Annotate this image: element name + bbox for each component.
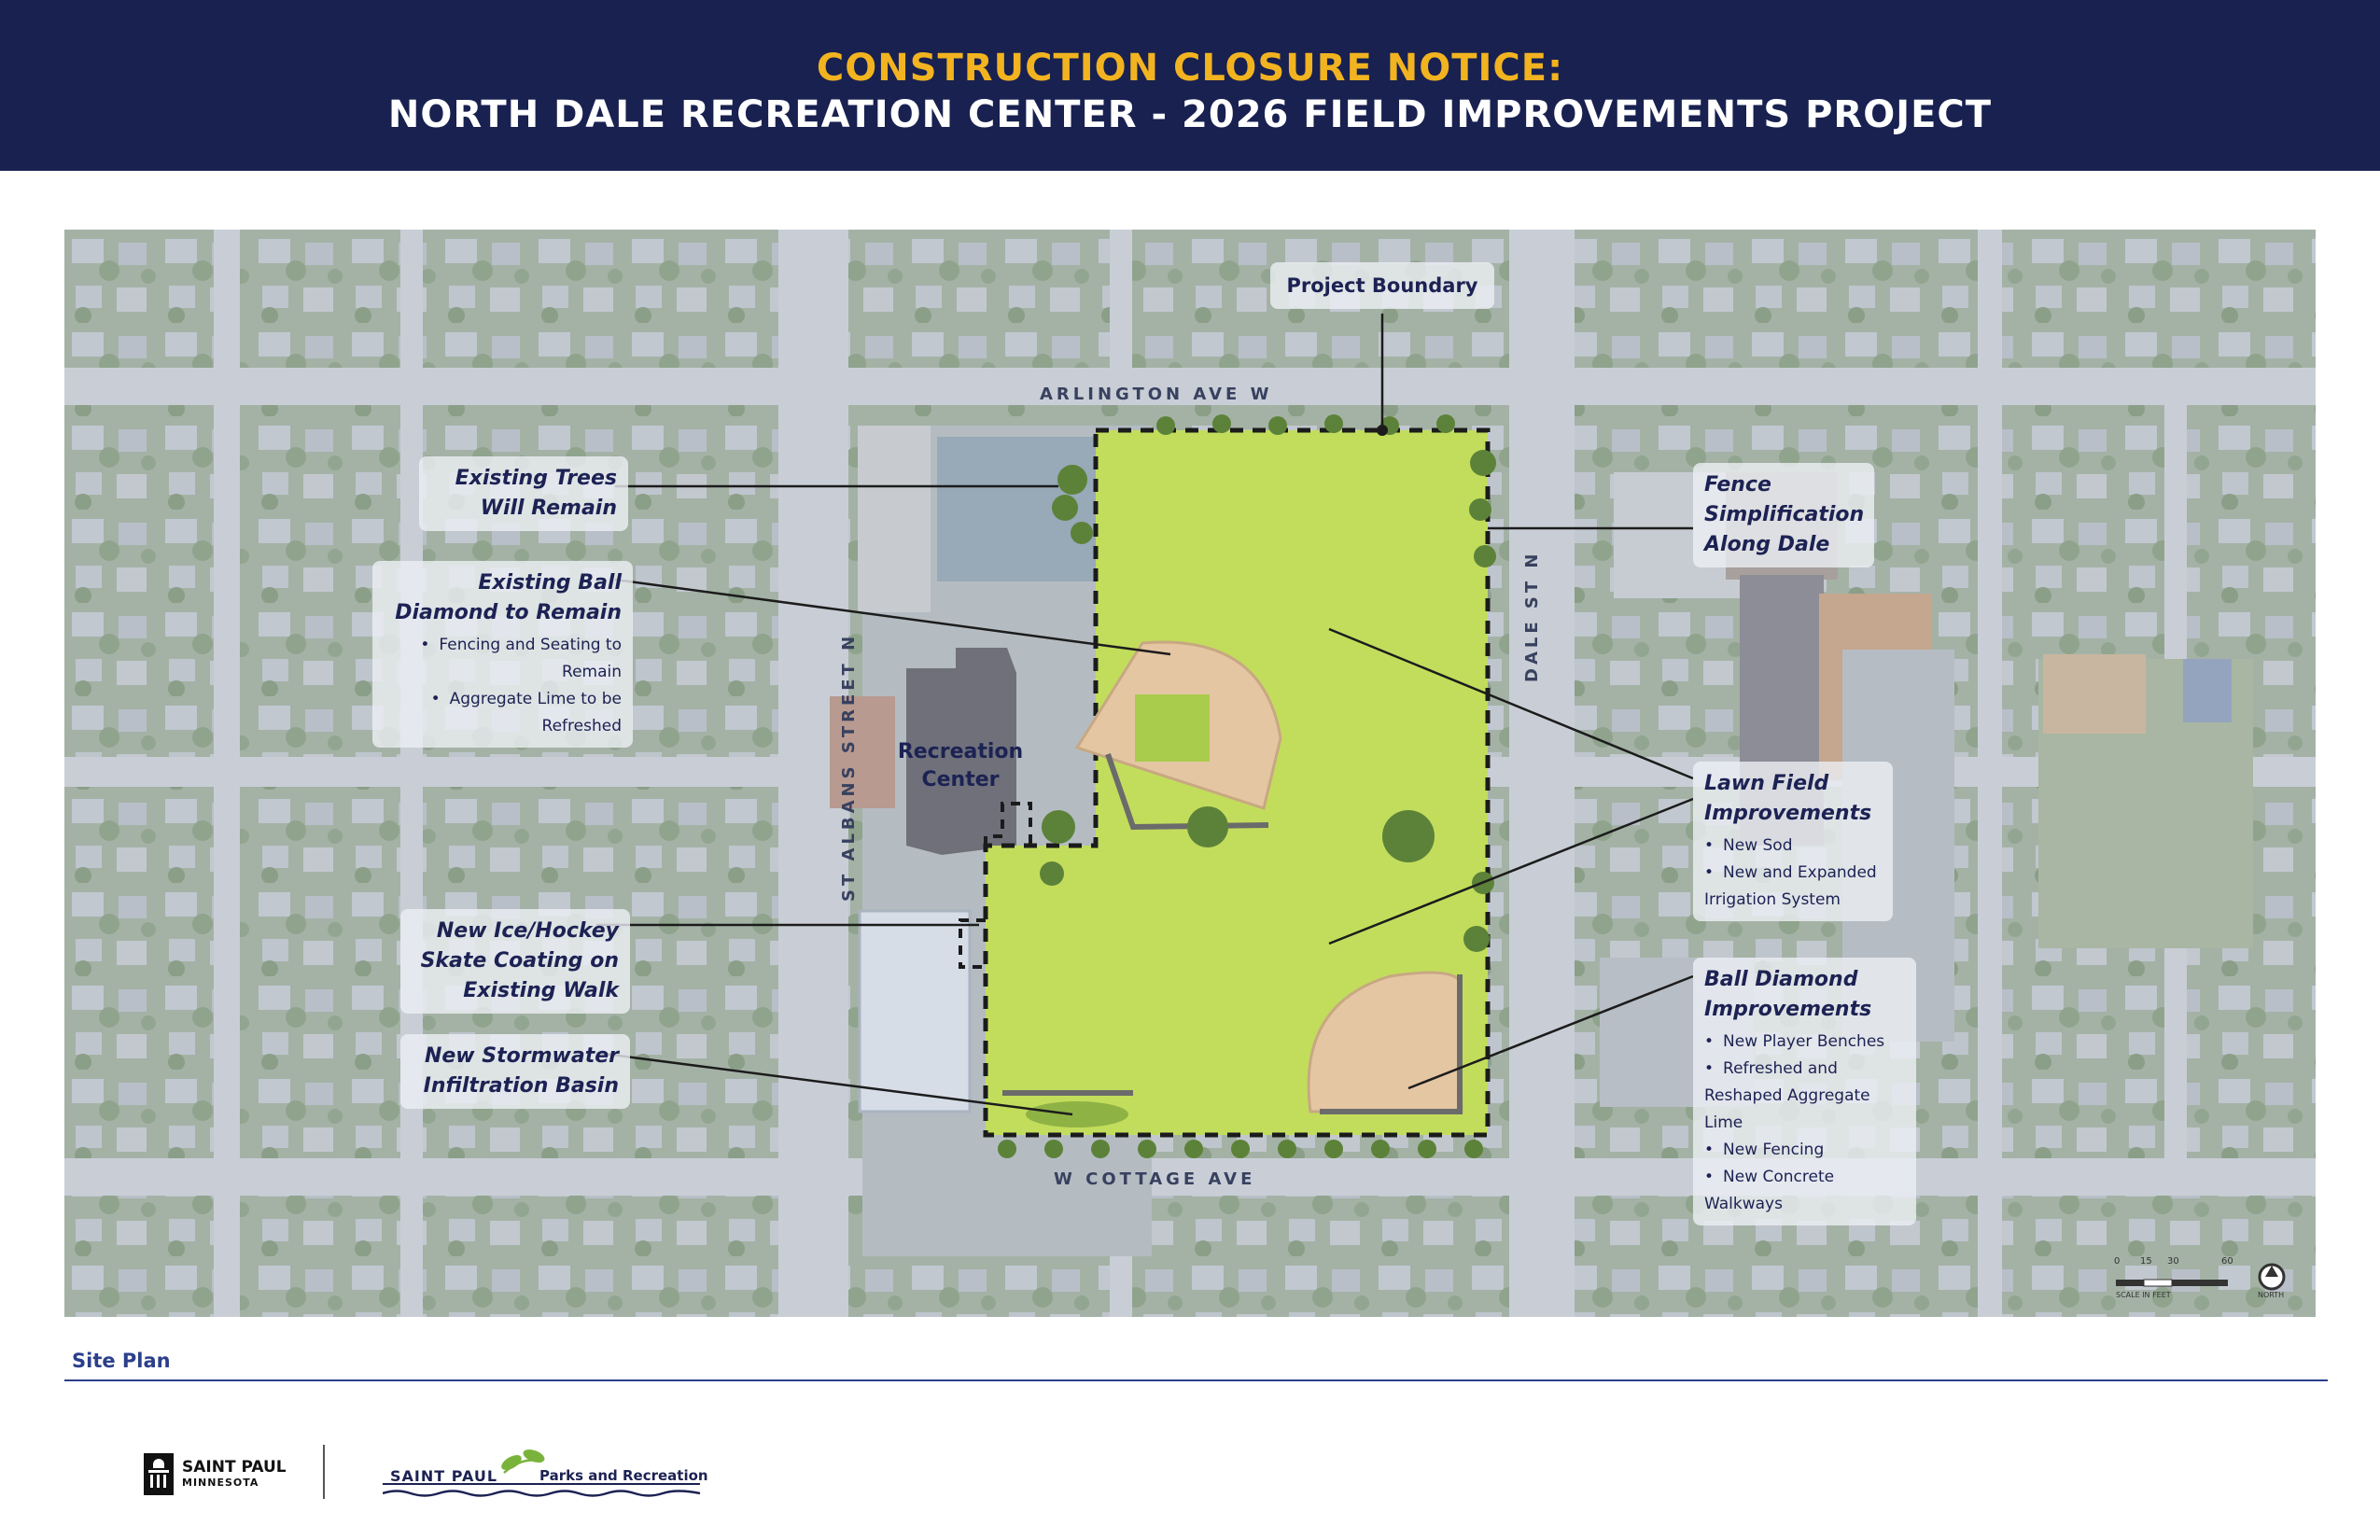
callout-lawn-item-1: New Sod [1704, 833, 1882, 860]
caption-rule [64, 1379, 2328, 1381]
callout-lawn-field: Lawn Field Improvements New Sod New and … [1693, 762, 1893, 921]
stormwater-basin [1026, 1101, 1128, 1127]
parks-dept-name: Parks and Recreation [539, 1467, 708, 1484]
scale-tick-60: 60 [2221, 1256, 2233, 1267]
site-plan-map: 0 15 30 60 SCALE IN FEET NORTH ARLINGTON… [64, 230, 2316, 1317]
callout-fence-simplification-title: Fence Simplification Along Dale [1704, 473, 1865, 556]
saint-paul-logo-text: SAINT PAUL MINNESOTA [182, 1458, 287, 1490]
east-court [2183, 659, 2232, 722]
boundary-marker-dot [1377, 425, 1388, 436]
callout-ice-skate-walk: New Ice/Hockey Skate Coating on Existing… [400, 909, 630, 1014]
north-arrow-icon: NORTH [2258, 1263, 2286, 1299]
parks-city-name: SAINT PAUL [390, 1467, 498, 1485]
callout-ball-diamond-remain: Existing Ball Diamond to Remain Fencing … [372, 561, 633, 748]
scale-tick-0: 0 [2114, 1256, 2120, 1267]
street-label-dale: DALE ST N [1522, 550, 1542, 682]
callout-ball-remain-item-1: Fencing and Seating to Remain [384, 632, 622, 686]
callout-ball-improve-item-2: Refreshed and Reshaped Aggregate Lime [1704, 1056, 1905, 1137]
recreation-center-label-line2: Center [921, 768, 1000, 791]
callout-stormwater-basin: New Stormwater Infiltration Basin [400, 1034, 630, 1109]
saint-paul-capitol-icon [144, 1453, 174, 1495]
east-playground [2043, 654, 2146, 734]
callout-ball-remain-item-2: Aggregate Lime to be Refreshed [384, 686, 622, 740]
callout-stormwater-basin-title: New Stormwater Infiltration Basin [423, 1044, 619, 1098]
callout-lawn-item-2: New and Expanded Irrigation System [1704, 860, 1882, 914]
callout-ball-diamond-improvements-title: Ball Diamond Improvements [1704, 968, 1872, 1021]
project-title: NORTH DALE RECREATION CENTER - 2026 FIEL… [387, 93, 1993, 136]
notice-title: CONSTRUCTION CLOSURE NOTICE: [816, 47, 1564, 90]
city-name: SAINT PAUL [182, 1458, 287, 1477]
callout-ball-diamond-remain-title: Existing Ball Diamond to Remain [395, 571, 622, 624]
ball-diamond-existing-infield [1135, 694, 1210, 762]
street-label-arlington: ARLINGTON AVE W [1040, 385, 1273, 404]
city-state: MINNESOTA [182, 1477, 259, 1489]
recreation-center-label-line1: Recreation [897, 740, 1024, 763]
ice-rink [858, 909, 972, 1113]
callout-ball-improve-item-4: New Concrete Walkways [1704, 1164, 1905, 1218]
scale-tick-30: 30 [2167, 1256, 2179, 1267]
footer: SAINT PAUL MINNESOTA SAINT PAUL Parks an… [0, 1400, 2380, 1540]
callout-ball-diamond-improvements: Ball Diamond Improvements New Player Ben… [1693, 958, 1916, 1225]
header-banner: CONSTRUCTION CLOSURE NOTICE: NORTH DALE … [0, 0, 2380, 171]
project-boundary-label: Project Boundary [1270, 262, 1494, 309]
scale-tick-15: 15 [2140, 1256, 2152, 1267]
callout-ice-skate-walk-title: New Ice/Hockey Skate Coating on Existing… [420, 919, 619, 1002]
scale-label: SCALE IN FEET [2116, 1291, 2171, 1299]
callout-existing-trees: Existing Trees Will Remain [419, 456, 628, 531]
street-label-cottage: W COTTAGE AVE [1054, 1169, 1256, 1189]
recreation-center-label: Recreation Center [890, 738, 1030, 794]
site-plan-caption: Site Plan [72, 1350, 171, 1372]
street-label-st-albans: ST ALBANS STREET N [839, 632, 859, 902]
callout-existing-trees-title: Existing Trees Will Remain [455, 467, 617, 520]
north-label: NORTH [2258, 1291, 2284, 1299]
parking-lot [858, 426, 931, 612]
callout-ball-improve-item-1: New Player Benches [1704, 1029, 1905, 1056]
callout-fence-simplification: Fence Simplification Along Dale [1693, 463, 1874, 567]
basin-bench [1002, 1090, 1133, 1096]
callout-lawn-field-title: Lawn Field Improvements [1704, 772, 1872, 825]
callout-ball-improve-item-3: New Fencing [1704, 1137, 1905, 1164]
logo-divider [323, 1445, 325, 1499]
